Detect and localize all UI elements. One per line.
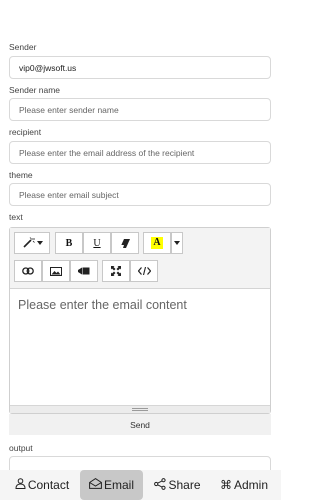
grip-icon bbox=[132, 408, 148, 411]
insert-link-button[interactable] bbox=[14, 260, 42, 282]
theme-input[interactable] bbox=[9, 183, 271, 206]
magic-wand-icon bbox=[22, 237, 37, 249]
chevron-down-icon bbox=[36, 241, 43, 245]
share-icon bbox=[154, 477, 167, 493]
bottom-nav: Contact Email Share ⌘ Admin bbox=[0, 470, 281, 500]
sender-label: Sender bbox=[9, 42, 37, 52]
send-button[interactable]: Send bbox=[9, 414, 271, 435]
nav-item-email[interactable]: Email bbox=[80, 470, 143, 500]
font-color-dropdown[interactable] bbox=[171, 232, 183, 254]
editor-resize-handle[interactable] bbox=[10, 405, 270, 413]
recipient-label: recipient bbox=[9, 127, 42, 137]
picture-icon bbox=[50, 266, 62, 276]
chevron-down-icon bbox=[174, 241, 180, 245]
code-view-button[interactable] bbox=[130, 260, 158, 282]
nav-label: Admin bbox=[233, 478, 268, 492]
fullscreen-button[interactable] bbox=[102, 260, 130, 282]
sender-name-label: Sender name bbox=[9, 85, 61, 95]
underline-button[interactable]: U bbox=[83, 232, 111, 254]
nav-item-contact[interactable]: Contact bbox=[10, 470, 74, 500]
font-color-button[interactable]: A bbox=[143, 232, 171, 254]
video-icon bbox=[78, 267, 90, 275]
nav-label: Email bbox=[103, 478, 134, 492]
fullscreen-icon bbox=[111, 266, 121, 276]
insert-video-button[interactable] bbox=[70, 260, 98, 282]
theme-label: theme bbox=[9, 170, 33, 180]
sender-input[interactable] bbox=[9, 56, 271, 79]
clear-format-button[interactable] bbox=[111, 232, 139, 254]
nav-item-share[interactable]: Share bbox=[150, 470, 205, 500]
recipient-input[interactable] bbox=[9, 141, 271, 164]
bold-icon: B bbox=[65, 237, 73, 249]
email-compose-page: Sender Sender name recipient theme text bbox=[0, 0, 281, 500]
bold-button[interactable]: B bbox=[55, 232, 83, 254]
output-label: output bbox=[9, 443, 33, 453]
style-dropdown-button[interactable] bbox=[14, 232, 50, 254]
email-content-editor[interactable]: Please enter the email content bbox=[10, 289, 270, 406]
text-label: text bbox=[9, 212, 23, 222]
nav-label: Contact bbox=[27, 478, 70, 492]
insert-picture-button[interactable] bbox=[42, 260, 70, 282]
eraser-icon bbox=[120, 238, 130, 248]
envelope-icon bbox=[89, 478, 102, 492]
font-color-icon: A bbox=[151, 237, 163, 249]
code-view-icon bbox=[137, 267, 151, 275]
sender-name-input[interactable] bbox=[9, 98, 271, 121]
rich-text-editor: B U A Please enter the email content bbox=[9, 227, 271, 414]
editor-toolbar: B U A bbox=[10, 228, 270, 289]
link-icon bbox=[22, 267, 34, 275]
person-icon bbox=[15, 478, 26, 492]
underline-icon: U bbox=[93, 237, 101, 249]
nav-label: Share bbox=[168, 478, 201, 492]
editor-placeholder: Please enter the email content bbox=[18, 298, 187, 312]
nav-item-admin[interactable]: ⌘ Admin bbox=[214, 470, 274, 500]
command-icon: ⌘ bbox=[219, 478, 232, 492]
